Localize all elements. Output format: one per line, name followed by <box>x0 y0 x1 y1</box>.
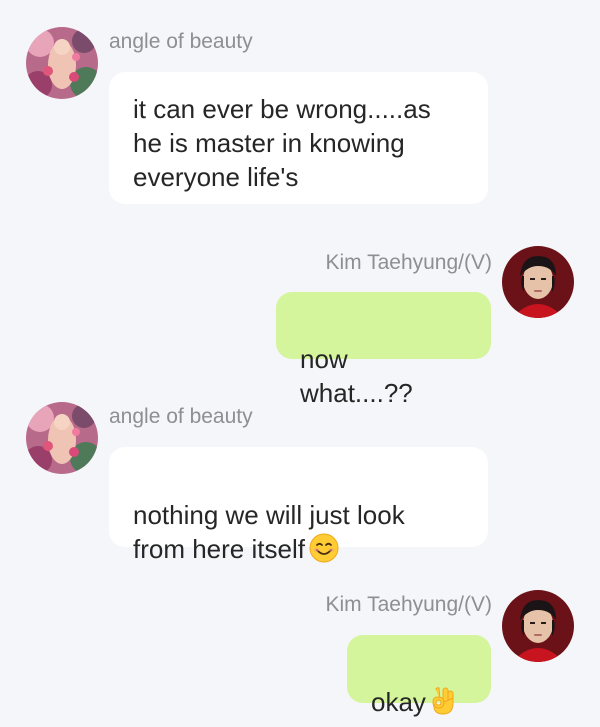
sender-name: angle of beauty <box>109 30 253 53</box>
ok-hand-emoji-icon <box>432 687 454 715</box>
sender-avatar[interactable] <box>502 246 574 318</box>
message-incoming: angle of beauty it can ever be wrong....… <box>0 0 600 215</box>
message-bubble[interactable]: it can ever be wrong.....as he is master… <box>109 72 488 204</box>
message-outgoing: Kim Taehyung/(V) now what....?? <box>0 215 600 408</box>
message-bubble[interactable]: now what....?? <box>276 292 491 408</box>
sender-avatar[interactable] <box>26 402 98 474</box>
sender-name: Kim Taehyung/(V) <box>325 593 492 616</box>
message-incoming: angle of beauty nothing we will just loo… <box>0 375 600 565</box>
portrait-avatar-icon <box>502 246 574 318</box>
sender-avatar[interactable] <box>502 590 574 662</box>
sender-avatar[interactable] <box>26 27 98 99</box>
sender-name: Kim Taehyung/(V) <box>325 251 492 274</box>
message-bubble[interactable]: nothing we will just look from here itse… <box>109 447 488 564</box>
message-text: okay <box>371 687 426 717</box>
message-bubble[interactable]: okay <box>347 635 491 717</box>
rose-collage-avatar-icon <box>26 402 98 474</box>
message-text: nothing we will just look from here itse… <box>133 500 405 564</box>
sender-name: angle of beauty <box>109 405 253 428</box>
rose-collage-avatar-icon <box>26 27 98 99</box>
smiling-face-emoji-icon <box>309 533 339 563</box>
message-outgoing: Kim Taehyung/(V) okay <box>0 565 600 727</box>
portrait-avatar-icon <box>502 590 574 662</box>
